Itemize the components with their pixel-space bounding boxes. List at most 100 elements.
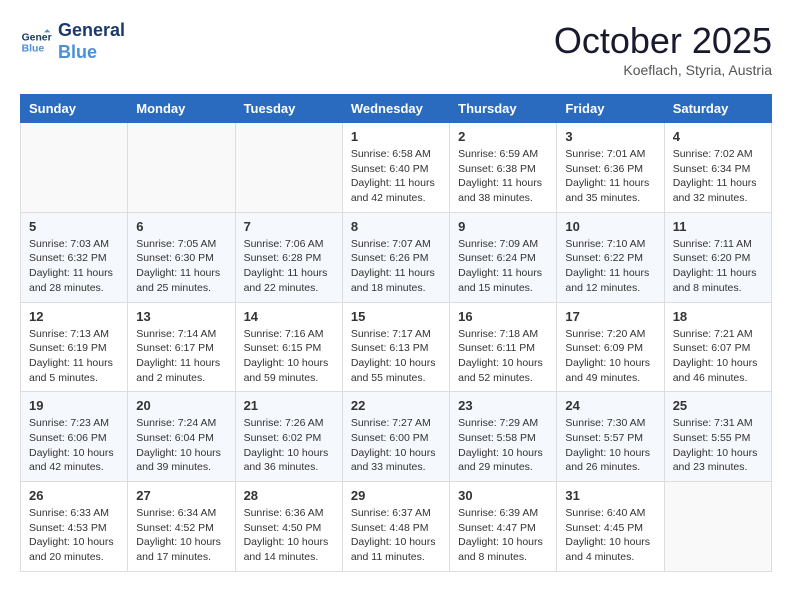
day-number: 22	[351, 398, 441, 413]
day-info: Sunrise: 6:34 AM Sunset: 4:52 PM Dayligh…	[136, 506, 226, 565]
day-number: 15	[351, 309, 441, 324]
day-number: 3	[565, 129, 655, 144]
week-row-2: 5Sunrise: 7:03 AM Sunset: 6:32 PM Daylig…	[21, 212, 772, 302]
day-number: 18	[673, 309, 763, 324]
day-info: Sunrise: 7:18 AM Sunset: 6:11 PM Dayligh…	[458, 327, 548, 386]
calendar-cell: 17 Sunrise: 7:20 AM Sunset: 6:09 PM Dayli…	[557, 302, 664, 392]
weekday-header-saturday: Saturday	[664, 95, 771, 123]
calendar-cell: 21Sunrise: 7:26 AM Sunset: 6:02 PM Dayli…	[235, 392, 342, 482]
day-info: Sunrise: 7:24 AM Sunset: 6:04 PM Dayligh…	[136, 416, 226, 475]
day-info: Sunrise: 7:27 AM Sunset: 6:00 PM Dayligh…	[351, 416, 441, 475]
week-row-4: 19 Sunrise: 7:23 AM Sunset: 6:06 PM Dayli…	[21, 392, 772, 482]
day-info: Sunrise: 7:20 AM Sunset: 6:09 PM Dayligh…	[565, 327, 655, 386]
day-number: 8	[351, 219, 441, 234]
calendar-cell: 8 Sunrise: 7:07 AM Sunset: 6:26 PM Daylig…	[342, 212, 449, 302]
calendar-cell: 5Sunrise: 7:03 AM Sunset: 6:32 PM Daylig…	[21, 212, 128, 302]
calendar-cell: 15 Sunrise: 7:17 AM Sunset: 6:13 PM Dayli…	[342, 302, 449, 392]
day-number: 19	[29, 398, 119, 413]
day-info: Sunrise: 6:58 AM Sunset: 6:40 PM Dayligh…	[351, 147, 441, 206]
calendar-cell: 13Sunrise: 7:14 AM Sunset: 6:17 PM Dayli…	[128, 302, 235, 392]
day-number: 13	[136, 309, 226, 324]
calendar-cell: 18Sunrise: 7:21 AM Sunset: 6:07 PM Dayli…	[664, 302, 771, 392]
day-number: 11	[673, 219, 763, 234]
calendar-cell: 4 Sunrise: 7:02 AM Sunset: 6:34 PM Daylig…	[664, 123, 771, 213]
week-row-1: 1 Sunrise: 6:58 AM Sunset: 6:40 PM Daylig…	[21, 123, 772, 213]
day-info: Sunrise: 7:30 AM Sunset: 5:57 PM Dayligh…	[565, 416, 655, 475]
day-info: Sunrise: 7:23 AM Sunset: 6:06 PM Dayligh…	[29, 416, 119, 475]
calendar-cell: 7 Sunrise: 7:06 AM Sunset: 6:28 PM Daylig…	[235, 212, 342, 302]
weekday-header-wednesday: Wednesday	[342, 95, 449, 123]
day-number: 5	[29, 219, 119, 234]
day-number: 7	[244, 219, 334, 234]
calendar-cell: 29 Sunrise: 6:37 AM Sunset: 4:48 PM Dayli…	[342, 482, 449, 572]
calendar-cell: 12Sunrise: 7:13 AM Sunset: 6:19 PM Dayli…	[21, 302, 128, 392]
day-info: Sunrise: 7:13 AM Sunset: 6:19 PM Dayligh…	[29, 327, 119, 386]
calendar-cell: 2Sunrise: 6:59 AM Sunset: 6:38 PM Daylig…	[450, 123, 557, 213]
week-row-5: 26Sunrise: 6:33 AM Sunset: 4:53 PM Dayli…	[21, 482, 772, 572]
calendar-cell: 30 Sunrise: 6:39 AM Sunset: 4:47 PM Dayli…	[450, 482, 557, 572]
day-info: Sunrise: 7:06 AM Sunset: 6:28 PM Dayligh…	[244, 237, 334, 296]
day-number: 30	[458, 488, 548, 503]
day-number: 9	[458, 219, 548, 234]
calendar-table: SundayMondayTuesdayWednesdayThursdayFrid…	[20, 94, 772, 572]
calendar-cell: 24 Sunrise: 7:30 AM Sunset: 5:57 PM Dayli…	[557, 392, 664, 482]
calendar-cell	[21, 123, 128, 213]
weekday-header-thursday: Thursday	[450, 95, 557, 123]
day-info: Sunrise: 7:29 AM Sunset: 5:58 PM Dayligh…	[458, 416, 548, 475]
calendar-cell	[664, 482, 771, 572]
day-info: Sunrise: 6:33 AM Sunset: 4:53 PM Dayligh…	[29, 506, 119, 565]
calendar-cell: 23 Sunrise: 7:29 AM Sunset: 5:58 PM Dayli…	[450, 392, 557, 482]
day-number: 4	[673, 129, 763, 144]
calendar-cell: 6 Sunrise: 7:05 AM Sunset: 6:30 PM Daylig…	[128, 212, 235, 302]
calendar-cell: 1 Sunrise: 6:58 AM Sunset: 6:40 PM Daylig…	[342, 123, 449, 213]
day-number: 2	[458, 129, 548, 144]
logo-icon: General Blue	[20, 26, 52, 58]
day-info: Sunrise: 6:40 AM Sunset: 4:45 PM Dayligh…	[565, 506, 655, 565]
calendar-cell	[128, 123, 235, 213]
day-number: 31	[565, 488, 655, 503]
day-number: 14	[244, 309, 334, 324]
calendar-cell: 19 Sunrise: 7:23 AM Sunset: 6:06 PM Dayli…	[21, 392, 128, 482]
day-info: Sunrise: 7:10 AM Sunset: 6:22 PM Dayligh…	[565, 237, 655, 296]
day-info: Sunrise: 6:36 AM Sunset: 4:50 PM Dayligh…	[244, 506, 334, 565]
page-header: General Blue General Blue October 2025 K…	[20, 20, 772, 78]
day-number: 1	[351, 129, 441, 144]
weekday-header-row: SundayMondayTuesdayWednesdayThursdayFrid…	[21, 95, 772, 123]
day-info: Sunrise: 7:31 AM Sunset: 5:55 PM Dayligh…	[673, 416, 763, 475]
day-number: 23	[458, 398, 548, 413]
day-info: Sunrise: 7:07 AM Sunset: 6:26 PM Dayligh…	[351, 237, 441, 296]
svg-text:General: General	[22, 32, 52, 43]
logo-text: General Blue	[58, 20, 125, 63]
calendar-cell: 31 Sunrise: 6:40 AM Sunset: 4:45 PM Dayli…	[557, 482, 664, 572]
weekday-header-tuesday: Tuesday	[235, 95, 342, 123]
day-info: Sunrise: 6:39 AM Sunset: 4:47 PM Dayligh…	[458, 506, 548, 565]
day-number: 29	[351, 488, 441, 503]
day-info: Sunrise: 7:02 AM Sunset: 6:34 PM Dayligh…	[673, 147, 763, 206]
weekday-header-sunday: Sunday	[21, 95, 128, 123]
day-info: Sunrise: 6:37 AM Sunset: 4:48 PM Dayligh…	[351, 506, 441, 565]
day-number: 27	[136, 488, 226, 503]
svg-text:Blue: Blue	[22, 43, 45, 54]
day-info: Sunrise: 7:05 AM Sunset: 6:30 PM Dayligh…	[136, 237, 226, 296]
calendar-cell: 20 Sunrise: 7:24 AM Sunset: 6:04 PM Dayli…	[128, 392, 235, 482]
day-number: 20	[136, 398, 226, 413]
calendar-cell: 26Sunrise: 6:33 AM Sunset: 4:53 PM Dayli…	[21, 482, 128, 572]
day-info: Sunrise: 7:17 AM Sunset: 6:13 PM Dayligh…	[351, 327, 441, 386]
day-number: 21	[244, 398, 334, 413]
day-number: 17	[565, 309, 655, 324]
calendar-cell: 11 Sunrise: 7:11 AM Sunset: 6:20 PM Dayli…	[664, 212, 771, 302]
calendar-cell: 9Sunrise: 7:09 AM Sunset: 6:24 PM Daylig…	[450, 212, 557, 302]
calendar-cell: 27 Sunrise: 6:34 AM Sunset: 4:52 PM Dayli…	[128, 482, 235, 572]
title-block: October 2025 Koeflach, Styria, Austria	[554, 20, 772, 78]
month-title: October 2025	[554, 20, 772, 62]
calendar-cell: 16Sunrise: 7:18 AM Sunset: 6:11 PM Dayli…	[450, 302, 557, 392]
weekday-header-monday: Monday	[128, 95, 235, 123]
day-number: 6	[136, 219, 226, 234]
calendar-cell: 10Sunrise: 7:10 AM Sunset: 6:22 PM Dayli…	[557, 212, 664, 302]
calendar-cell: 14Sunrise: 7:16 AM Sunset: 6:15 PM Dayli…	[235, 302, 342, 392]
calendar-cell: 22 Sunrise: 7:27 AM Sunset: 6:00 PM Dayli…	[342, 392, 449, 482]
day-number: 24	[565, 398, 655, 413]
calendar-cell: 28Sunrise: 6:36 AM Sunset: 4:50 PM Dayli…	[235, 482, 342, 572]
day-info: Sunrise: 7:11 AM Sunset: 6:20 PM Dayligh…	[673, 237, 763, 296]
day-info: Sunrise: 7:01 AM Sunset: 6:36 PM Dayligh…	[565, 147, 655, 206]
